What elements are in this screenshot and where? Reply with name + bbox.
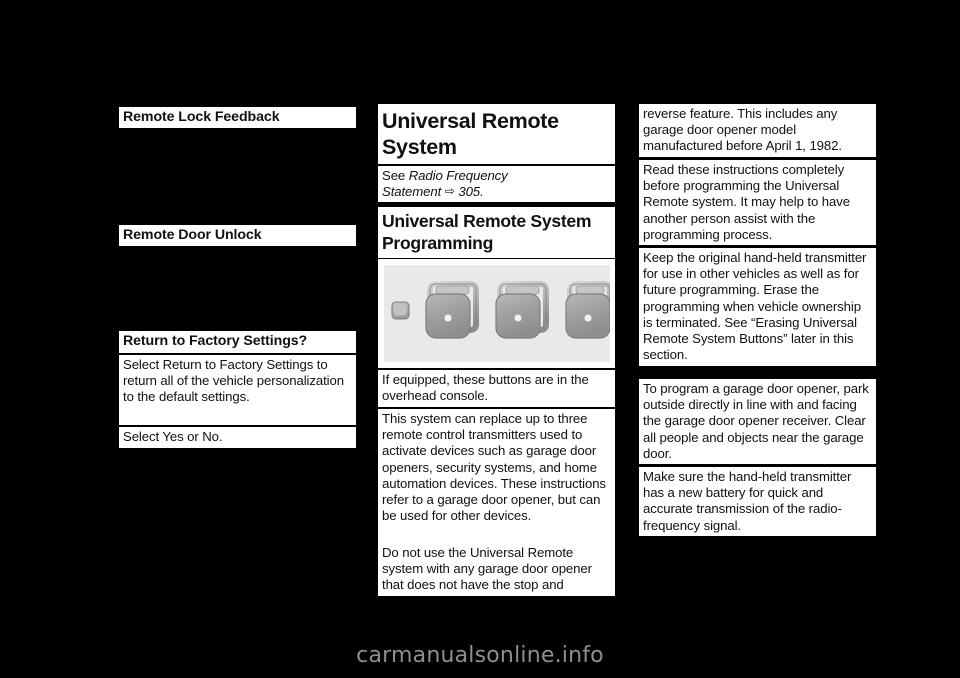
paragraph-system-overview: This system can replace up to three remo… bbox=[378, 409, 615, 544]
section-heading-return-to-factory-settings: Return to Factory Settings? bbox=[119, 331, 356, 353]
xref-title-line-1: Radio Frequency bbox=[408, 168, 508, 183]
page-title: Universal Remote System bbox=[378, 104, 615, 164]
paragraph-program-garage-door-opener: To program a garage door opener, park ou… bbox=[639, 379, 876, 464]
figure-canvas bbox=[384, 265, 613, 362]
led-indicator-icon bbox=[391, 301, 410, 320]
subheading-line-1: Universal Remote System bbox=[382, 211, 592, 231]
section-heading-remote-lock-feedback: Remote Lock Feedback bbox=[119, 107, 356, 128]
paragraph-reverse-feature-continued: reverse feature. This includes any garag… bbox=[639, 104, 876, 157]
remote-button-3[interactable] bbox=[565, 281, 613, 339]
remote-button-1[interactable] bbox=[425, 281, 479, 339]
paragraph-read-instructions: Read these instructions completely befor… bbox=[639, 160, 876, 245]
subheading-line-2: Programming bbox=[382, 233, 494, 253]
manual-page: Remote Lock Feedback Remote Door Unlock … bbox=[0, 0, 960, 678]
site-watermark: carmanualsonline.info bbox=[356, 643, 604, 668]
paragraph-warning-stop-and-reverse: Do not use the Universal Remote system w… bbox=[378, 543, 615, 596]
paragraph-new-battery: Make sure the hand-held transmitter has … bbox=[639, 467, 876, 536]
remote-button-2[interactable] bbox=[495, 281, 549, 339]
overhead-console-illustration bbox=[391, 281, 613, 339]
page-title-line-2: System bbox=[382, 135, 457, 159]
xref-page-number: 305. bbox=[458, 184, 484, 200]
xref-title-line-2: Statement bbox=[382, 184, 442, 200]
section-heading-universal-remote-system-programming: Universal Remote System Programming bbox=[378, 207, 615, 258]
paragraph-buttons-location: If equipped, these buttons are in the ov… bbox=[378, 370, 615, 407]
paragraph-return-to-factory-settings: Select Return to Factory Settings to ret… bbox=[119, 355, 356, 425]
paragraph-select-yes-or-no: Select Yes or No. bbox=[119, 427, 356, 448]
page-reference-arrow-icon: ⇨ bbox=[444, 184, 455, 199]
xref-lead: See bbox=[382, 168, 409, 183]
figure-universal-remote-buttons bbox=[378, 259, 615, 368]
paragraph-keep-original-transmitter: Keep the original hand-held transmitter … bbox=[639, 248, 876, 366]
section-heading-remote-door-unlock: Remote Door Unlock bbox=[119, 225, 356, 246]
cross-reference-radio-frequency-statement: See Radio Frequency Statement ⇨ 305. bbox=[378, 166, 615, 202]
page-title-line-1: Universal Remote bbox=[382, 109, 559, 133]
